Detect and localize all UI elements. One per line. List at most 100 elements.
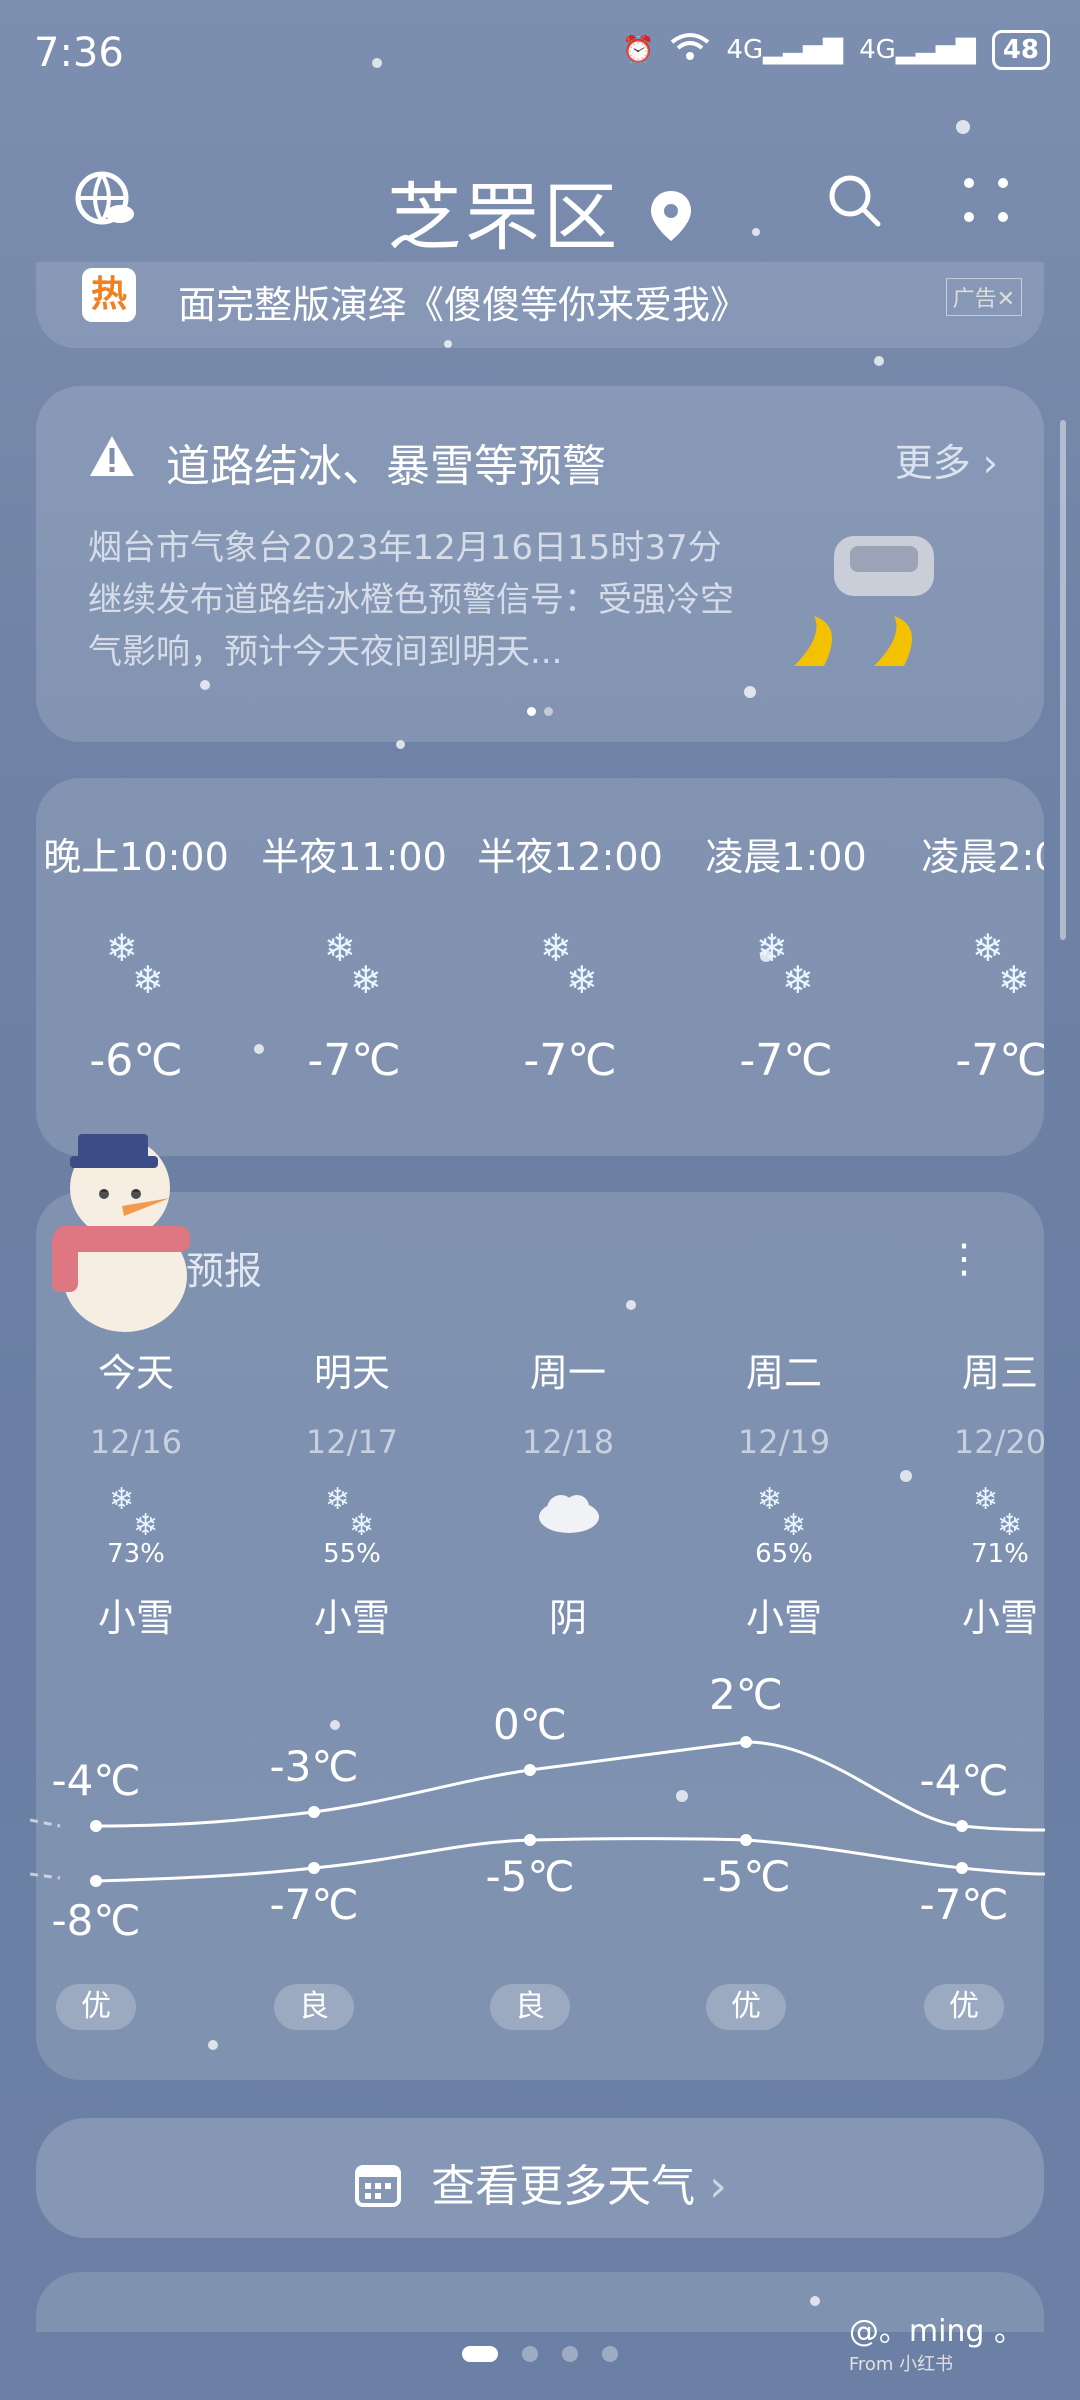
warning-body: 烟台市气象台2023年12月16日15时37分继续发布道路结冰橙色预警信号：受强… — [88, 528, 734, 672]
status-bar: 7:36 ⏰ 4G▂▃▅▇ 4G▂▃▅▇ 48 — [0, 0, 1080, 110]
hourly-item: 凌晨2:00 ❄❄ -7℃ — [902, 826, 1044, 1086]
snow-icon: ❄ ❄ — [36, 921, 236, 1002]
svg-text:❄: ❄ — [133, 1508, 158, 1539]
hourly-item: 半夜11:00 ❄ ❄ -7℃ — [254, 826, 454, 1086]
calendar-icon — [353, 2159, 403, 2220]
more-weather-label: 查看更多天气 — [431, 2161, 696, 2212]
day-name: 周一 — [529, 1351, 606, 1395]
low-temp-label: -8℃ — [51, 1896, 141, 1945]
day-name: 周二 — [745, 1351, 822, 1395]
hour-temp: -7℃ — [523, 1035, 617, 1086]
day-date: 12/18 — [521, 1423, 615, 1461]
svg-text:❄: ❄ — [997, 1508, 1022, 1539]
day-date: 12/16 — [89, 1423, 183, 1461]
hour-time: 凌晨1:00 — [705, 835, 867, 879]
high-temp-point — [740, 1736, 752, 1748]
hour-time: 半夜12:00 — [477, 835, 663, 879]
day-condition: 小雪 — [745, 1596, 822, 1640]
page-dot[interactable] — [462, 2346, 498, 2362]
snow-icon: ❄ ❄ — [686, 921, 886, 1002]
more-weather-row: 查看更多天气 › — [36, 2150, 1044, 2220]
day-condition: 小雪 — [313, 1596, 390, 1640]
low-temp-point — [90, 1875, 102, 1887]
chevron-right-icon: › — [982, 441, 998, 485]
low-temp-point — [956, 1862, 968, 1874]
ad-banner[interactable]: 热 面完整版演绎《傻傻等你来爱我》 广告✕ — [36, 262, 1044, 348]
city-name: 芝罘区 — [387, 175, 622, 261]
search-icon[interactable] — [814, 160, 894, 240]
snow-icon: ❄ ❄ — [272, 1479, 432, 1543]
svg-text:❄: ❄ — [349, 1508, 374, 1539]
hour-time: 凌晨2:00 — [921, 835, 1044, 879]
location-pin-icon — [649, 175, 693, 261]
high-temp-label: -4℃ — [919, 1756, 1009, 1805]
watermark-user: @。ming 。 — [848, 2314, 1024, 2349]
day-date: 12/20 — [953, 1423, 1047, 1461]
high-temp-label: 2℃ — [709, 1670, 783, 1719]
cloud-icon — [488, 1479, 648, 1539]
aqi-badge[interactable]: 优 — [56, 1984, 136, 2030]
daily-title: 预报 — [186, 1249, 263, 1293]
snow-icon: ❄ ❄ — [254, 921, 454, 1002]
low-temp-label: -5℃ — [485, 1852, 575, 1901]
page-dot[interactable] — [522, 2346, 538, 2362]
page-dot[interactable] — [602, 2346, 618, 2362]
more-grid-icon[interactable] — [946, 160, 1026, 240]
svg-text:❄: ❄ — [998, 958, 1030, 1001]
precip-chance: 73% — [107, 1539, 165, 1569]
status-time: 7:36 — [34, 30, 124, 76]
high-temp-label: 0℃ — [493, 1700, 567, 1749]
more-label: 更多 — [894, 441, 971, 485]
day-condition: 阴 — [548, 1596, 587, 1640]
hour-time: 半夜11:00 — [261, 835, 447, 879]
watermark-from: From 小红书 — [848, 2354, 954, 2375]
aqi-badge[interactable]: 良 — [490, 1984, 570, 2030]
warning-card[interactable]: 道路结冰、暴雪等预警 更多 › 烟台市气象台2023年12月16日15时37分继… — [36, 386, 1044, 742]
day-name: 今天 — [97, 1351, 174, 1395]
chevron-right-icon: › — [709, 2161, 727, 2212]
high-temp-point — [90, 1820, 102, 1832]
city-title[interactable]: 芝罘区 — [0, 158, 1080, 265]
hourly-item: 晚上10:00 ❄ ❄ -6℃ — [36, 826, 236, 1086]
snow-icon: ❄ ❄ — [902, 921, 1044, 1002]
scrollbar[interactable] — [1060, 420, 1066, 940]
network-type: 4G — [859, 35, 896, 65]
precip-chance: 71% — [971, 1539, 1029, 1569]
high-temp-label: -4℃ — [51, 1756, 141, 1805]
day-column: 明天 12/17 ❄ ❄ 55% 小雪 — [272, 1342, 432, 1642]
ad-close-button[interactable]: 广告✕ — [945, 278, 1022, 316]
high-temp-point — [524, 1764, 536, 1776]
aqi-badge[interactable]: 良 — [274, 1984, 354, 2030]
aqi-badge[interactable]: 优 — [706, 1984, 786, 2030]
alarm-icon: ⏰ — [622, 35, 655, 65]
more-weather-button[interactable]: 查看更多天气 › — [36, 2118, 1044, 2238]
hourly-forecast-card[interactable]: 晚上10:00 ❄ ❄ -6℃ 半夜11:00 ❄ ❄ -7℃ 半夜12:00 ❄ ❄… — [36, 778, 1044, 1156]
page-dot[interactable] — [562, 2346, 578, 2362]
more-options-icon[interactable]: ⋮ — [944, 1236, 984, 1282]
signal-icon: 4G▂▃▅▇ — [859, 35, 976, 65]
daily-forecast-card[interactable]: 预报 ⋮ 今天 12/16 ❄ ❄ 73% 小雪 明天 12/17 ❄ ❄ 55% … — [36, 1192, 1046, 2080]
high-temp-point — [308, 1806, 320, 1818]
low-temp-point — [308, 1862, 320, 1874]
hourly-item: 凌晨1:00 ❄ ❄ -7℃ — [686, 826, 886, 1086]
status-icons: ⏰ 4G▂▃▅▇ 4G▂▃▅▇ 48 — [622, 30, 1050, 70]
snowflake — [874, 356, 884, 366]
high-temp-label: -3℃ — [269, 1742, 359, 1791]
aqi-badge[interactable]: 优 — [924, 1984, 1004, 2030]
svg-text:❄: ❄ — [350, 958, 382, 1001]
low-temp-point — [740, 1834, 752, 1846]
svg-text:❄: ❄ — [781, 1508, 806, 1539]
svg-text:❄: ❄ — [757, 1482, 782, 1517]
warning-icon — [88, 434, 136, 482]
warning-more-link[interactable]: 更多 › — [895, 432, 998, 487]
precip-chance: 65% — [755, 1539, 813, 1569]
icy-road-car-icon — [784, 516, 964, 696]
day-column: 今天 12/16 ❄ ❄ 73% 小雪 — [56, 1342, 216, 1642]
battery-icon: 48 — [991, 30, 1050, 70]
svg-text:❄: ❄ — [782, 958, 814, 1001]
snow-icon: ❄ ❄ — [704, 1479, 864, 1543]
day-column: 周三 12/20 ❄ ❄ 71% 小雪 — [920, 1342, 1080, 1642]
hot-icon: 热 — [82, 268, 136, 322]
network-type: 4G — [726, 35, 764, 65]
svg-text:❄: ❄ — [132, 958, 164, 1001]
